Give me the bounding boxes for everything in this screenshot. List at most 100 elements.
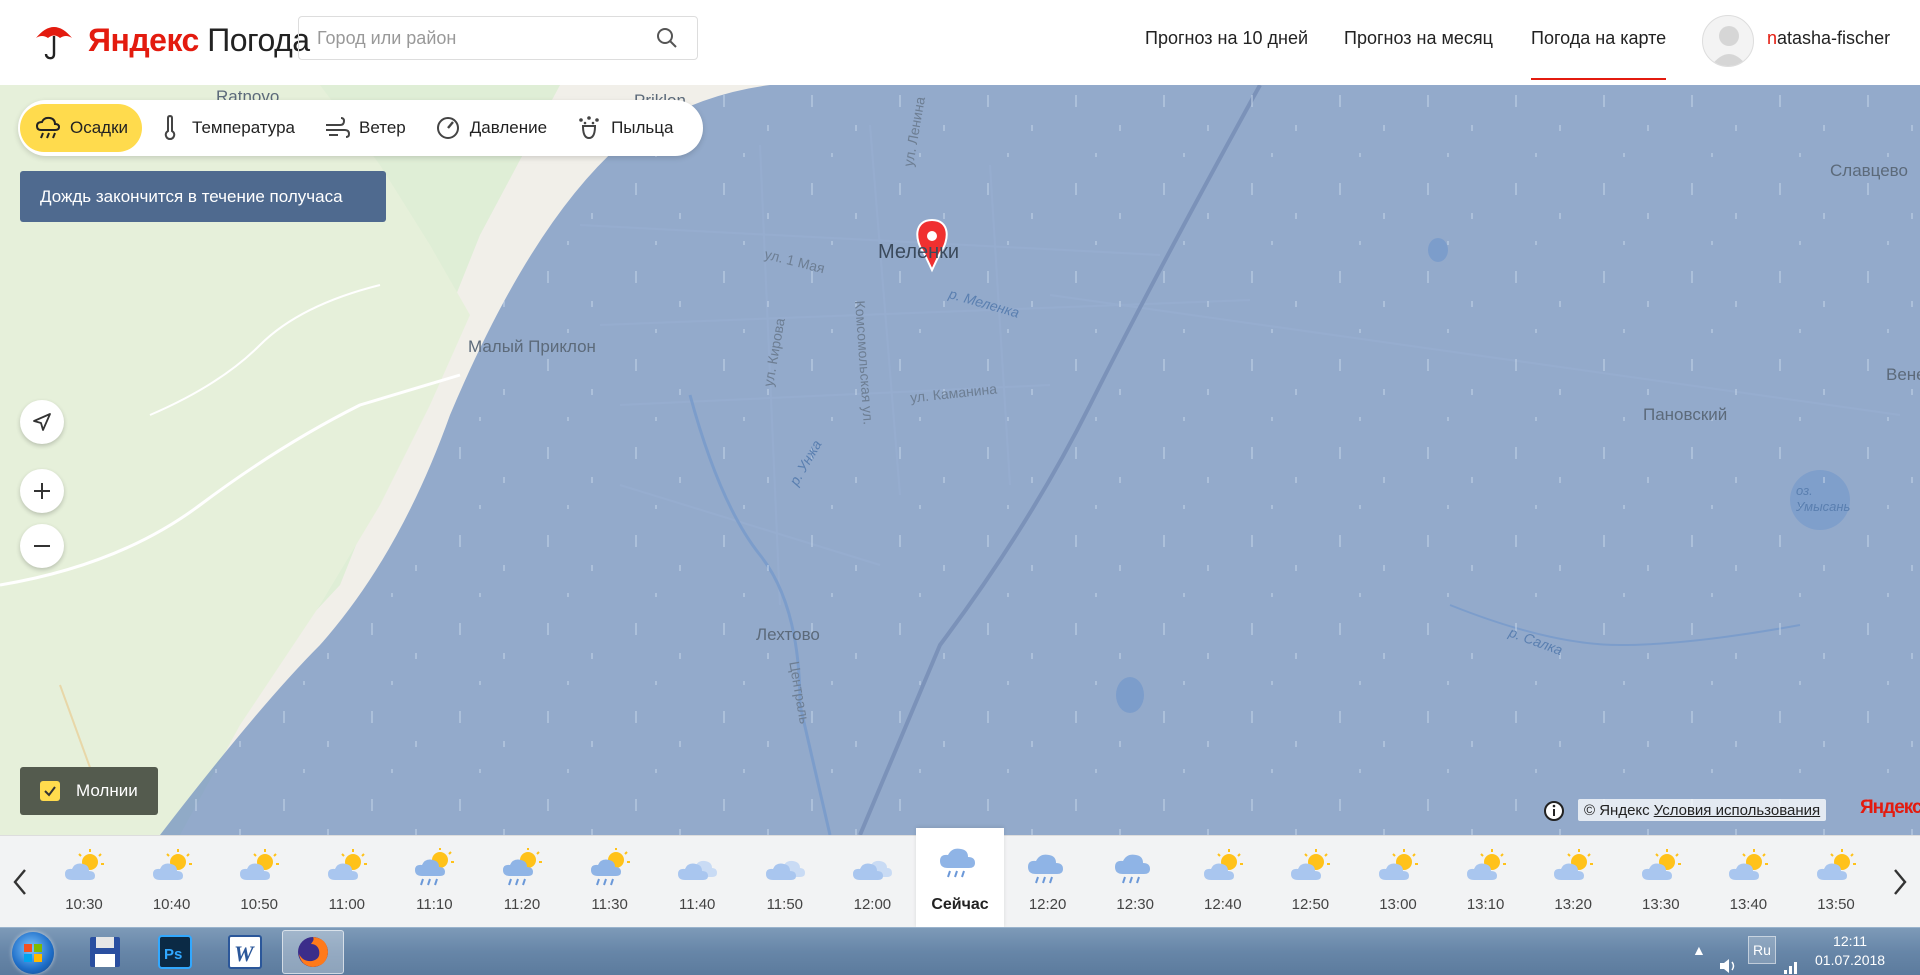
pollen-icon: [579, 116, 599, 140]
timeline-item[interactable]: 12:40: [1179, 836, 1267, 928]
partly-cloudy-sun-icon: [327, 849, 367, 880]
timeline-item[interactable]: 11:00: [303, 836, 391, 928]
umbrella-logo-icon: [36, 27, 72, 60]
tray-expand-icon[interactable]: ▲: [1692, 942, 1706, 975]
layer-tab-pollen[interactable]: Пыльца: [561, 104, 687, 152]
timeline-time: 12:50: [1291, 896, 1330, 913]
layer-tab-pressure[interactable]: Давление: [420, 104, 561, 152]
rain-forecast-message: Дождь закончится в течение получаса: [20, 171, 386, 222]
timeline-item[interactable]: 11:20: [478, 836, 566, 928]
lightning-checkbox[interactable]: [40, 781, 60, 801]
yandex-map-mark[interactable]: Яндекс: [1860, 797, 1920, 819]
taskbar-app-photoshop[interactable]: Ps: [144, 930, 206, 974]
timeline-time: 13:50: [1817, 896, 1855, 913]
map-label-malyi-priklon: Малый Приклон: [468, 337, 596, 356]
timeline-item[interactable]: 12:00: [828, 836, 916, 928]
timeline-item[interactable]: 13:40: [1704, 836, 1792, 928]
info-icon[interactable]: [1543, 800, 1565, 822]
cloud-rain-icon: [1115, 854, 1151, 884]
layer-tab-precipitation[interactable]: Осадки: [20, 104, 143, 152]
timeline-item-now[interactable]: Сейчас: [916, 828, 1004, 928]
gauge-icon: [436, 117, 459, 139]
partly-cloudy-sun-icon: [1203, 849, 1243, 880]
partly-cloudy-sun-icon: [1554, 849, 1594, 880]
word-icon: W: [228, 935, 262, 969]
nav-10-day-forecast[interactable]: Прогноз на 10 дней: [1145, 28, 1308, 49]
cloudy-icon: [678, 860, 718, 880]
speaker-icon[interactable]: [1718, 942, 1740, 975]
terms-of-use-link[interactable]: Условия использования: [1654, 802, 1821, 819]
clock-time: 12:11: [1833, 933, 1868, 949]
timeline-item[interactable]: 11:40: [653, 836, 741, 928]
timeline-item[interactable]: 12:30: [1091, 836, 1179, 928]
timeline-item[interactable]: 11:10: [390, 836, 478, 928]
search-box[interactable]: [298, 16, 698, 60]
timeline-time: Сейчас: [931, 896, 989, 913]
clock-date: 01.07.2018: [1815, 952, 1886, 968]
logo-text: Яндекс Погода: [88, 21, 310, 58]
timeline-item[interactable]: 13:30: [1617, 836, 1705, 928]
map-label-slavtsevo: Славцево: [1830, 161, 1908, 180]
zoom-in-button[interactable]: [20, 469, 64, 513]
plus-icon: [34, 483, 50, 499]
logo[interactable]: Яндекс Погода: [34, 18, 310, 62]
layer-tab-label: Осадки: [70, 118, 129, 137]
user-icon: [1711, 26, 1747, 66]
search-input[interactable]: [317, 27, 655, 49]
partly-cloudy-sun-icon: [1641, 849, 1681, 880]
timeline-prev-button[interactable]: [0, 858, 40, 906]
timeline-time: 12:00: [853, 896, 892, 913]
timeline-item[interactable]: 12:50: [1266, 836, 1354, 928]
timeline-item[interactable]: 13:50: [1792, 836, 1880, 928]
timeline-item[interactable]: 10:40: [128, 836, 216, 928]
timeline-item[interactable]: 13:00: [1354, 836, 1442, 928]
layer-tab-wind[interactable]: Ветер: [309, 104, 420, 152]
zoom-out-button[interactable]: [20, 524, 64, 568]
taskbar-app-firefox[interactable]: [282, 930, 344, 974]
username[interactable]: natasha-fischer: [1767, 28, 1890, 49]
site-header: Яндекс Погода Прогноз на 10 дней Прогноз…: [0, 0, 1920, 85]
forecast-timeline: 10:30 10:40 10:50 11:00 11:10 11:20 11:30 11:40…: [0, 828, 1920, 928]
taskbar-app-word[interactable]: W: [214, 930, 276, 974]
system-clock[interactable]: 12:11 01.07.2018: [1815, 932, 1885, 970]
timeline-next-button[interactable]: [1880, 858, 1920, 906]
avatar[interactable]: [1702, 15, 1754, 67]
timeline-item[interactable]: 10:30: [40, 836, 128, 928]
start-button[interactable]: [12, 932, 54, 974]
timeline-item[interactable]: 11:50: [741, 836, 829, 928]
timeline-item[interactable]: 11:30: [566, 836, 654, 928]
network-signal-icon[interactable]: [1782, 942, 1802, 975]
timeline-time: 11:40: [678, 896, 716, 913]
timeline-item[interactable]: 10:50: [215, 836, 303, 928]
partly-cloudy-sun-icon: [152, 849, 192, 880]
thermometer-icon: [164, 114, 176, 141]
search-icon[interactable]: [655, 26, 679, 50]
map-label-panovskiy: Пановский: [1643, 405, 1728, 424]
partly-cloudy-sun-icon: [240, 849, 280, 880]
nav-weather-map[interactable]: Погода на карте: [1531, 28, 1667, 80]
nav-month-forecast[interactable]: Прогноз на месяц: [1344, 28, 1493, 49]
photoshop-icon: Ps: [158, 935, 192, 969]
map-copyright: © Яндекс Условия использования: [1578, 799, 1827, 821]
chevron-right-icon: [1894, 869, 1907, 895]
checkmark-icon: [44, 786, 56, 797]
firefox-icon: [298, 937, 328, 967]
timeline-item[interactable]: 12:20: [1004, 836, 1092, 928]
layer-tab-label: Давление: [469, 118, 548, 137]
timeline-time: 10:30: [65, 896, 103, 913]
taskbar-app-save[interactable]: [74, 930, 136, 974]
geolocation-button[interactable]: [20, 400, 64, 444]
timeline-time: 12:20: [1028, 896, 1067, 913]
sun-cloud-rain-icon: [415, 848, 455, 886]
map-label-venets: Вене: [1886, 365, 1920, 384]
timeline-item[interactable]: 13:10: [1442, 836, 1530, 928]
partly-cloudy-sun-icon: [1817, 849, 1856, 880]
lightning-toggle[interactable]: Молнии: [20, 767, 158, 815]
language-indicator[interactable]: Ru: [1748, 936, 1776, 964]
windows-logo-icon: [24, 944, 42, 962]
timeline-time: 12:30: [1116, 896, 1154, 913]
partly-cloudy-sun-icon: [1379, 849, 1418, 880]
layer-tab-temperature[interactable]: Температура: [142, 104, 309, 152]
map-layer-tabs: Осадки Температура Ветер Давление Пыльца: [18, 100, 704, 156]
timeline-item[interactable]: 13:20: [1529, 836, 1617, 928]
